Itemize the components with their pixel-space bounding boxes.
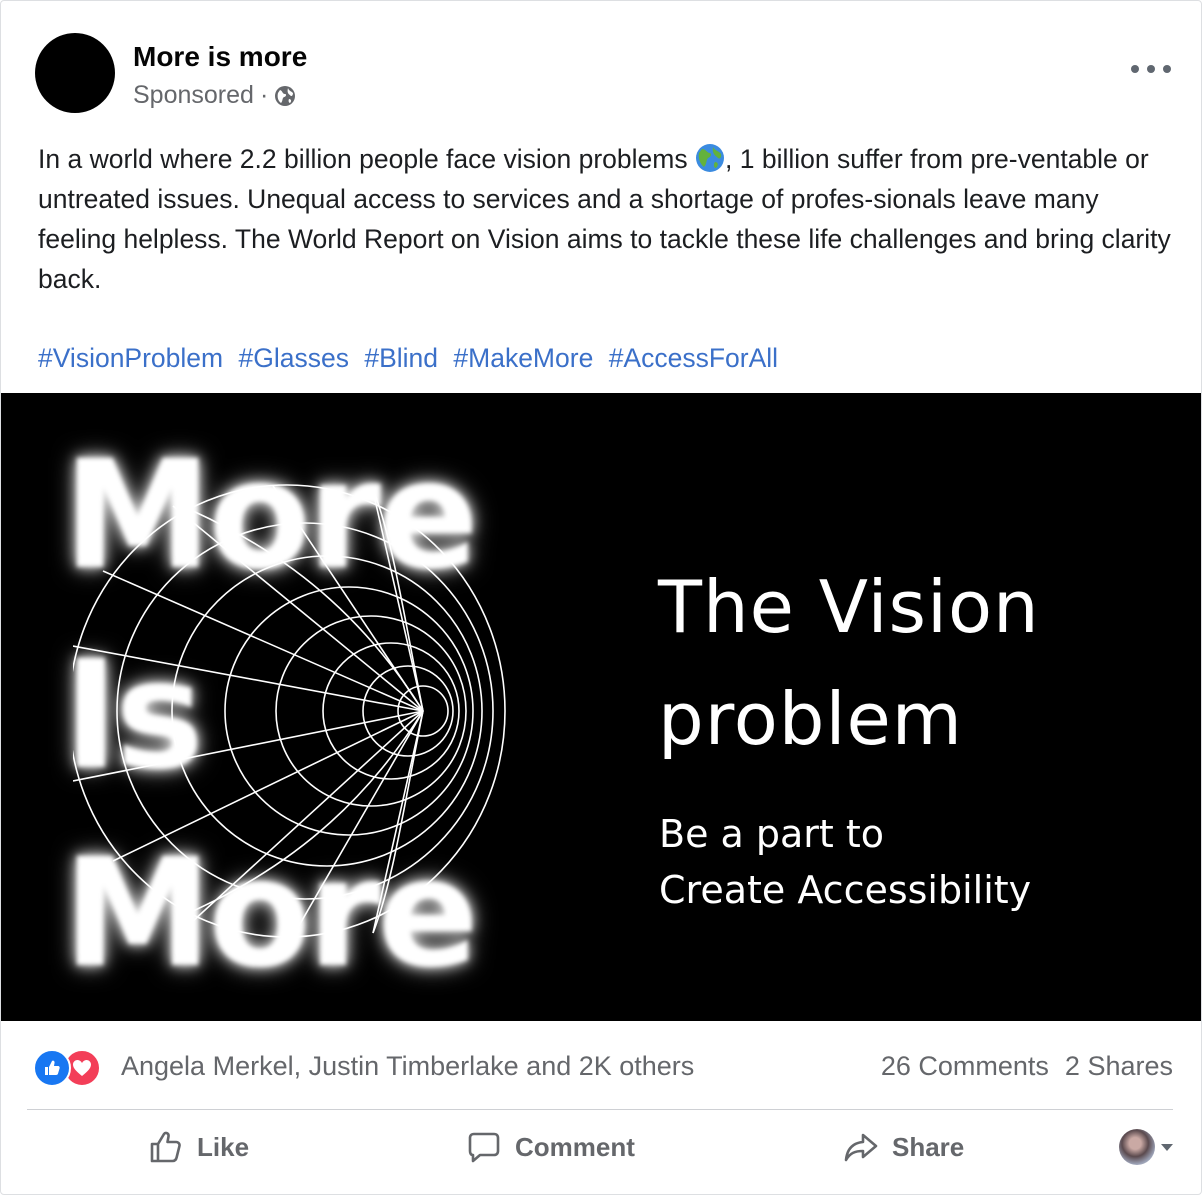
media-subtitle-line: Create Accessibility (659, 868, 1032, 912)
comments-count[interactable]: 26 Comments (881, 1051, 1049, 1081)
user-avatar (1119, 1129, 1155, 1165)
share-label: Share (892, 1131, 965, 1162)
media-subtitle-line: Be a part to (659, 812, 885, 856)
comment-button[interactable]: Comment (467, 1130, 635, 1164)
shares-count[interactable]: 2 Shares (1065, 1051, 1173, 1081)
like-button[interactable]: Like (149, 1130, 249, 1164)
post-actions: Like Comment Share (27, 1117, 1173, 1177)
post-as-selector[interactable] (1119, 1129, 1173, 1165)
globe-icon[interactable] (274, 85, 296, 107)
meta-separator: · (259, 81, 269, 109)
media-word: More (63, 827, 479, 1001)
more-options-button[interactable] (1131, 57, 1171, 81)
page-avatar[interactable] (35, 33, 115, 113)
page-name[interactable]: More is more (133, 41, 307, 73)
media-title-line: problem (658, 677, 963, 761)
hashtag-link[interactable]: #AccessForAll (609, 343, 778, 373)
like-reaction-icon (33, 1049, 71, 1087)
media-subtitle: Be a part to Create Accessibility (659, 806, 1031, 918)
engagement-counts: 26 Comments 2 Shares (881, 1051, 1173, 1082)
post-body-text: In a world where 2.2 billion people face… (38, 144, 688, 174)
hashtag-link[interactable]: #Glasses (239, 343, 349, 373)
globe-emoji-icon (696, 144, 724, 172)
share-button[interactable]: Share (844, 1130, 964, 1164)
stats-divider (27, 1109, 1173, 1110)
dot-icon (1147, 65, 1155, 73)
media-title: The Vision problem (658, 551, 1040, 775)
share-arrow-icon (844, 1133, 878, 1162)
reaction-names[interactable]: Angela Merkel, Justin Timberlake and 2K … (121, 1051, 694, 1082)
post-stats: Angela Merkel, Justin Timberlake and 2K … (1, 1041, 1201, 1097)
media-word: Is (63, 629, 204, 803)
media-word: More (63, 429, 479, 603)
hashtag-link[interactable]: #VisionProblem (38, 343, 223, 373)
dot-icon (1131, 65, 1139, 73)
facebook-post: More is more Sponsored · In a world wher… (0, 0, 1202, 1195)
post-body: In a world where 2.2 billion people face… (38, 139, 1173, 299)
hashtag-list: #VisionProblem #Glasses #Blind #MakeMore… (38, 338, 778, 378)
media-title-line: The Vision (658, 565, 1040, 649)
post-meta: Sponsored · (133, 81, 296, 110)
hashtag-link[interactable]: #Blind (364, 343, 438, 373)
sponsored-label[interactable]: Sponsored (133, 81, 254, 110)
comment-bubble-icon (468, 1132, 500, 1163)
thumbs-up-icon (150, 1131, 181, 1163)
hashtag-link[interactable]: #MakeMore (453, 343, 593, 373)
reaction-icons[interactable] (33, 1049, 101, 1087)
post-header: More is more Sponsored · (35, 33, 1201, 115)
dot-icon (1163, 65, 1171, 73)
like-label: Like (197, 1131, 250, 1162)
chevron-down-icon (1161, 1143, 1173, 1151)
comment-label: Comment (515, 1131, 635, 1162)
